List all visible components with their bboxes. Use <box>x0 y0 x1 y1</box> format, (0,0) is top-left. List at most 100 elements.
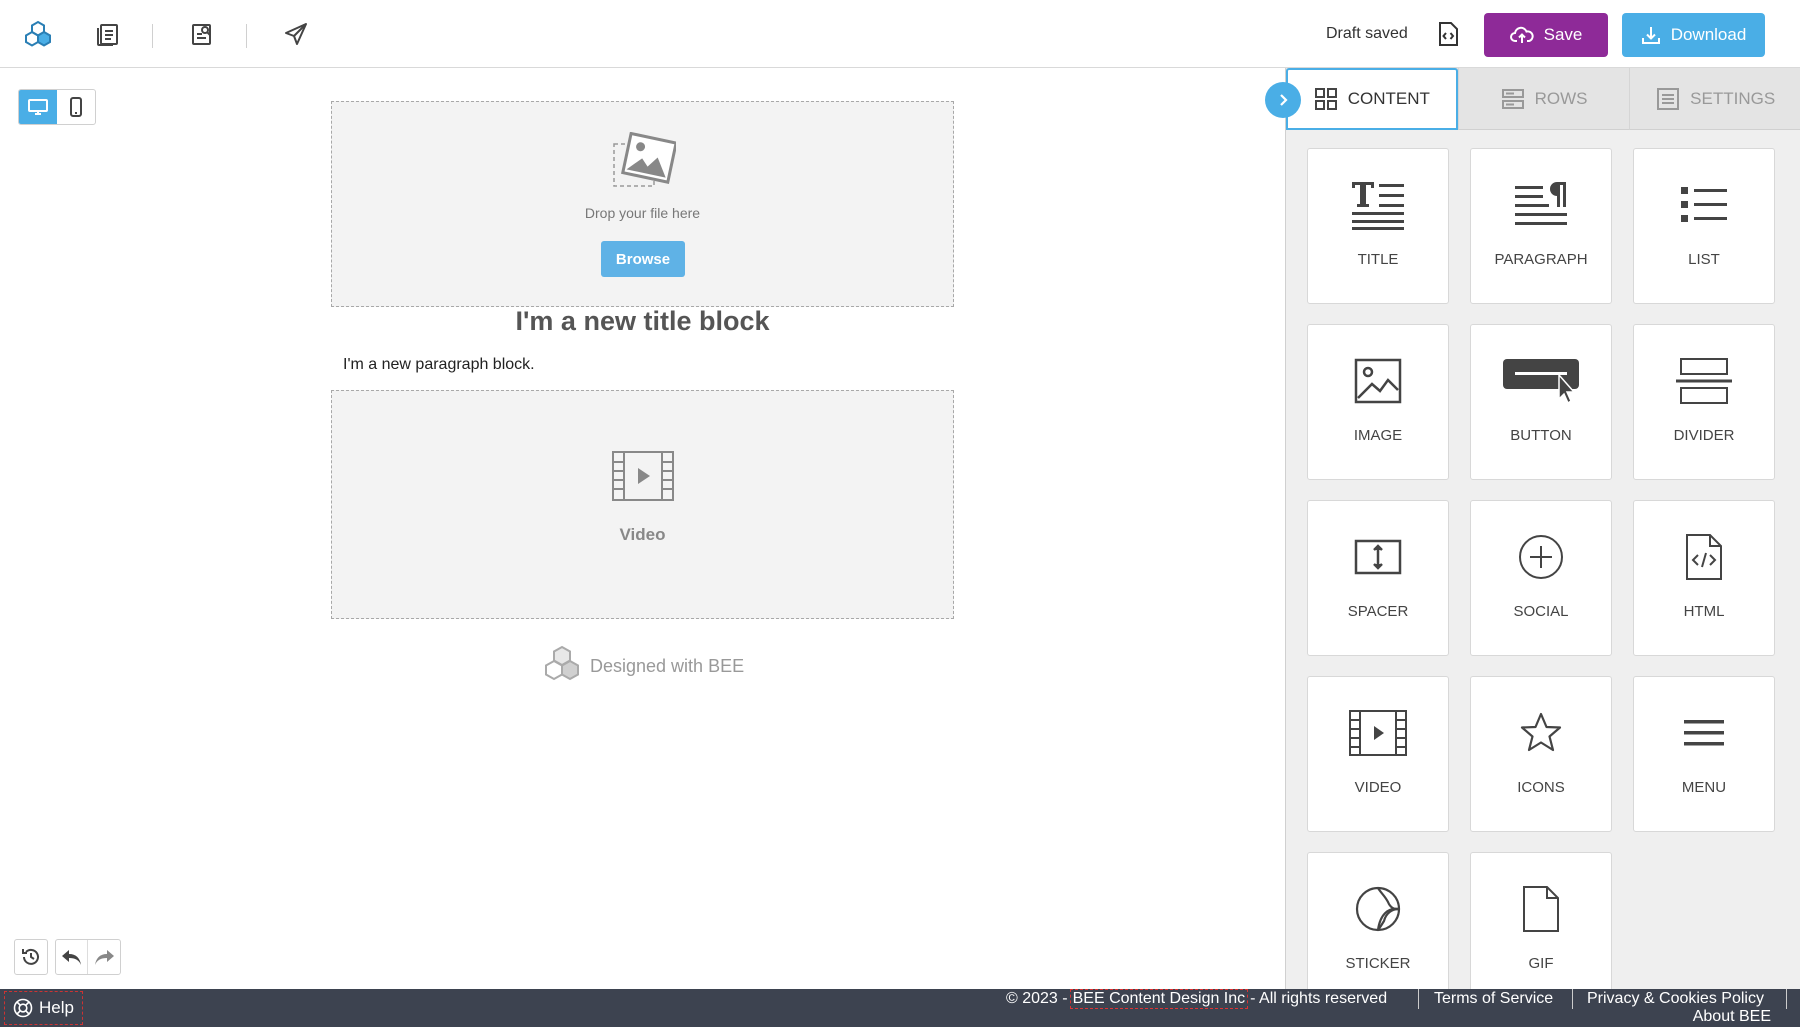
tile-button[interactable]: BUTTON <box>1470 324 1612 480</box>
draft-status: Draft saved <box>1326 25 1408 42</box>
footer-divider <box>1572 989 1573 1009</box>
gif-icon <box>1471 881 1611 937</box>
tile-gif-label: GIF <box>1528 955 1554 972</box>
html-icon <box>1634 529 1774 585</box>
lifebuoy-icon <box>13 998 33 1018</box>
mobile-view-button[interactable] <box>57 90 95 124</box>
panel-tabs: CONTENT ROWS SETTINGS <box>1286 68 1800 130</box>
tile-paragraph-label: PARAGRAPH <box>1494 251 1588 268</box>
copyright-prefix: © 2023 - <box>1006 990 1068 1007</box>
undo-redo-group <box>55 939 121 975</box>
tile-title[interactable]: TITLE <box>1307 148 1449 304</box>
footer-bar: Help © 2023 - BEE Content Design Inc - A… <box>0 989 1800 1027</box>
tile-video[interactable]: VIDEO <box>1307 676 1449 832</box>
drop-file-text: Drop your file here <box>584 205 701 221</box>
tile-list[interactable]: LIST <box>1633 148 1775 304</box>
top-toolbar: Draft saved Save Download <box>0 0 1800 68</box>
download-button[interactable]: Download <box>1622 13 1765 57</box>
tile-icons-label: ICONS <box>1517 779 1565 796</box>
undo-button[interactable] <box>56 940 89 974</box>
tab-settings-label: SETTINGS <box>1690 88 1776 108</box>
spacer-icon <box>1308 529 1448 585</box>
tile-social[interactable]: SOCIAL <box>1470 500 1612 656</box>
tile-paragraph[interactable]: PARAGRAPH <box>1470 148 1612 304</box>
tile-list-label: LIST <box>1688 251 1720 268</box>
menu-icon <box>1634 705 1774 761</box>
save-button[interactable]: Save <box>1484 13 1608 57</box>
tile-title-label: TITLE <box>1357 251 1399 268</box>
paragraph-icon <box>1471 177 1611 233</box>
tile-spacer-label: SPACER <box>1347 603 1409 620</box>
footer-divider <box>1418 989 1419 1009</box>
mobile-icon <box>70 97 82 117</box>
button-icon <box>1471 353 1611 409</box>
collapse-panel-button[interactable] <box>1265 82 1301 118</box>
tile-image-label: IMAGE <box>1353 427 1403 444</box>
privacy-link[interactable]: Privacy & Cookies Policy <box>1587 989 1764 1009</box>
tile-social-label: SOCIAL <box>1513 603 1569 620</box>
redo-button[interactable] <box>88 940 120 974</box>
tile-html[interactable]: HTML <box>1633 500 1775 656</box>
image-drop-zone[interactable]: Drop your file here Browse <box>331 101 954 307</box>
title-icon <box>1308 177 1448 233</box>
star-icon <box>1471 705 1611 761</box>
image-placeholder-icon <box>612 131 678 195</box>
video-icon <box>1308 705 1448 761</box>
designed-with-text: Designed with BEE <box>590 655 745 676</box>
tab-rows-label: ROWS <box>1534 88 1588 108</box>
tile-menu-label: MENU <box>1681 779 1727 796</box>
tab-content-label: CONTENT <box>1347 89 1430 108</box>
paragraph-block[interactable]: I'm a new paragraph block. <box>343 356 535 374</box>
history-button[interactable] <box>14 939 48 975</box>
tile-html-label: HTML <box>1683 603 1725 620</box>
chevron-right-icon <box>1280 94 1288 106</box>
video-label: Video <box>619 525 666 544</box>
tile-sticker-label: STICKER <box>1345 955 1411 972</box>
footer-divider <box>1786 989 1787 1009</box>
tab-settings[interactable]: SETTINGS <box>1629 68 1800 130</box>
settings-list-icon <box>1657 87 1680 110</box>
designed-with-bee[interactable]: Designed with BEE <box>540 645 744 687</box>
tile-gif[interactable]: GIF <box>1470 852 1612 989</box>
help-label: Help <box>39 998 74 1017</box>
tile-sticker[interactable]: STICKER <box>1307 852 1449 989</box>
send-test-icon[interactable] <box>280 18 312 50</box>
tile-image[interactable]: IMAGE <box>1307 324 1449 480</box>
tile-spacer[interactable]: SPACER <box>1307 500 1449 656</box>
cloud-upload-icon <box>1509 26 1534 43</box>
tile-divider-label: DIVIDER <box>1673 427 1735 444</box>
tab-rows[interactable]: ROWS <box>1457 68 1630 130</box>
social-icon <box>1471 529 1611 585</box>
content-panel: CONTENT ROWS SETTINGS TITLE PARAGRAPH LI… <box>1285 68 1800 989</box>
list-icon <box>1634 177 1774 233</box>
company-link[interactable]: BEE Content Design Inc <box>1069 989 1249 1009</box>
help-button[interactable]: Help <box>4 991 83 1025</box>
tile-button-label: BUTTON <box>1510 427 1572 444</box>
history-icon <box>22 948 39 965</box>
divider-icon <box>1634 353 1774 409</box>
about-link[interactable]: About BEE <box>1693 1008 1771 1026</box>
sticker-icon <box>1308 881 1448 937</box>
undo-icon <box>61 950 81 965</box>
terms-link[interactable]: Terms of Service <box>1434 989 1553 1009</box>
device-view-toggle <box>18 89 96 125</box>
pages-icon[interactable] <box>92 18 124 50</box>
tile-divider[interactable]: DIVIDER <box>1633 324 1775 480</box>
redo-icon <box>95 950 114 965</box>
desktop-icon <box>28 99 48 115</box>
bee-logo-icon[interactable] <box>22 18 54 50</box>
browse-button[interactable]: Browse <box>601 241 685 277</box>
toolbar-divider <box>152 24 153 48</box>
desktop-view-button[interactable] <box>19 90 57 124</box>
video-block[interactable]: Video <box>331 390 954 619</box>
tile-icons[interactable]: ICONS <box>1470 676 1612 832</box>
copyright-suffix: - All rights reserved <box>1250 990 1388 1007</box>
copyright: © 2023 - BEE Content Design Inc - All ri… <box>1006 989 1387 1009</box>
video-placeholder-icon <box>612 451 674 506</box>
rows-icon <box>1501 88 1524 109</box>
tile-menu[interactable]: MENU <box>1633 676 1775 832</box>
code-export-icon[interactable] <box>1432 18 1464 50</box>
tab-content[interactable]: CONTENT <box>1286 68 1458 130</box>
preview-icon[interactable] <box>186 18 218 50</box>
title-block[interactable]: I'm a new title block <box>331 306 954 337</box>
